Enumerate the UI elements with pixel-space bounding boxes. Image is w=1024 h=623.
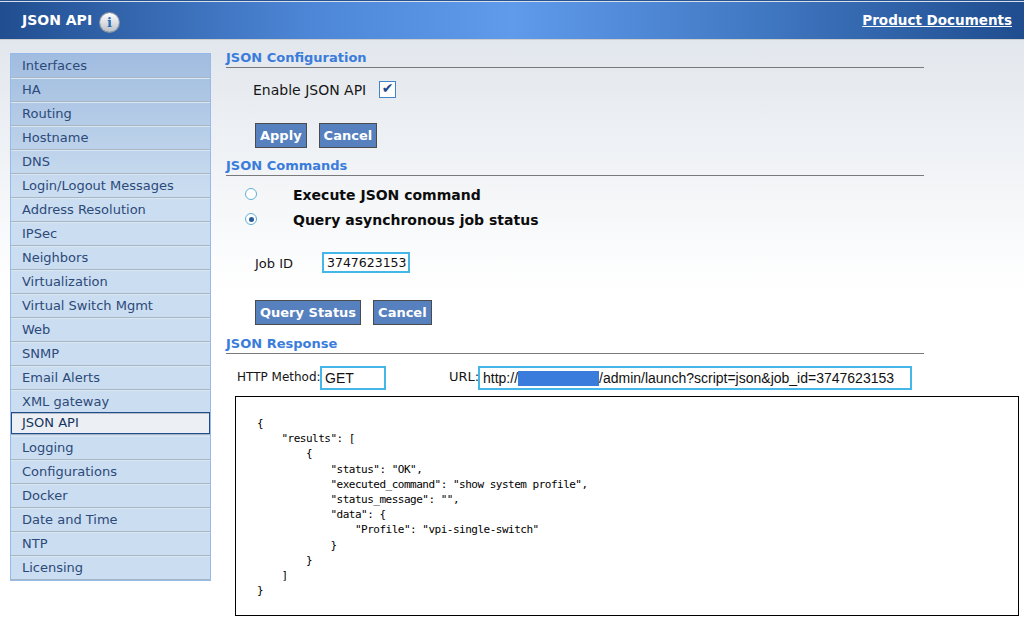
job-id-label: Job ID <box>255 256 293 271</box>
http-method-input[interactable]: GET <box>320 366 386 390</box>
enable-json-api-label: Enable JSON API <box>253 82 366 98</box>
url-suffix: /admin/launch?script=json&job_id=3747623… <box>599 370 894 386</box>
sidebar-item-login-logout-messages[interactable]: Login/Logout Messages <box>11 174 210 198</box>
sidebar-item-web[interactable]: Web <box>11 318 210 342</box>
section-title-json-response: JSON Response <box>226 337 924 354</box>
job-id-input[interactable]: 3747623153 <box>322 252 410 273</box>
sidebar-item-hostname[interactable]: Hostname <box>11 126 210 150</box>
sidebar-item-snmp[interactable]: SNMP <box>11 342 210 366</box>
sidebar-item-neighbors[interactable]: Neighbors <box>11 246 210 270</box>
url-prefix: http:// <box>483 370 518 386</box>
url-label: URL: <box>449 369 479 384</box>
json-response-text: { "results": [ { "status": "OK", "execut… <box>236 397 1018 598</box>
sidebar-item-routing[interactable]: Routing <box>11 102 210 126</box>
product-documents-link[interactable]: Product Documents <box>862 1 1012 39</box>
commands-cancel-button[interactable]: Cancel <box>373 300 432 325</box>
sidebar-item-json-api[interactable]: JSON API <box>11 412 210 434</box>
radio-query-job-status[interactable] <box>245 213 257 225</box>
info-icon[interactable]: i <box>100 13 119 32</box>
top-bar: JSON API i Product Documents <box>0 0 1024 40</box>
url-redacted-host-block <box>518 371 599 386</box>
radio-query-label[interactable]: Query asynchronous job status <box>293 212 538 228</box>
config-cancel-button[interactable]: Cancel <box>319 123 378 148</box>
page-title: JSON API i <box>22 1 119 39</box>
sidebar-nav: InterfacesHARoutingHostnameDNSLogin/Logo… <box>10 53 211 581</box>
query-status-button[interactable]: Query Status <box>255 300 361 325</box>
url-input[interactable]: http:// /admin/launch?script=json&job_id=… <box>478 366 912 390</box>
checkmark-icon: ✔ <box>380 81 395 96</box>
page-title-text: JSON API <box>22 12 92 28</box>
radio-execute-label[interactable]: Execute JSON command <box>293 187 481 203</box>
apply-button[interactable]: Apply <box>255 123 307 148</box>
config-button-row: Apply Cancel <box>255 123 389 148</box>
enable-json-api-checkbox[interactable]: ✔ <box>379 81 396 98</box>
sidebar-item-ipsec[interactable]: IPSec <box>11 222 210 246</box>
sidebar-item-docker[interactable]: Docker <box>11 484 210 508</box>
sidebar-item-licensing[interactable]: Licensing <box>11 556 210 580</box>
sidebar-item-dns[interactable]: DNS <box>11 150 210 174</box>
commands-button-row: Query Status Cancel <box>255 300 444 325</box>
sidebar-item-address-resolution[interactable]: Address Resolution <box>11 198 210 222</box>
sidebar-item-xml-gateway[interactable]: XML gateway <box>11 390 210 414</box>
sidebar-item-email-alerts[interactable]: Email Alerts <box>11 366 210 390</box>
section-title-json-commands: JSON Commands <box>226 159 924 176</box>
sidebar-item-virtualization[interactable]: Virtualization <box>11 270 210 294</box>
sidebar-item-configurations[interactable]: Configurations <box>11 460 210 484</box>
json-response-box: { "results": [ { "status": "OK", "execut… <box>235 396 1019 616</box>
sidebar-item-ntp[interactable]: NTP <box>11 532 210 556</box>
sidebar-item-virtual-switch-mgmt[interactable]: Virtual Switch Mgmt <box>11 294 210 318</box>
sidebar-item-interfaces[interactable]: Interfaces <box>11 54 210 78</box>
sidebar-item-date-and-time[interactable]: Date and Time <box>11 508 210 532</box>
http-method-label: HTTP Method: <box>237 370 321 384</box>
sidebar-item-ha[interactable]: HA <box>11 78 210 102</box>
section-title-json-configuration: JSON Configuration <box>226 51 924 68</box>
sidebar-item-logging[interactable]: Logging <box>11 436 210 460</box>
radio-execute-json-command[interactable] <box>245 188 257 200</box>
